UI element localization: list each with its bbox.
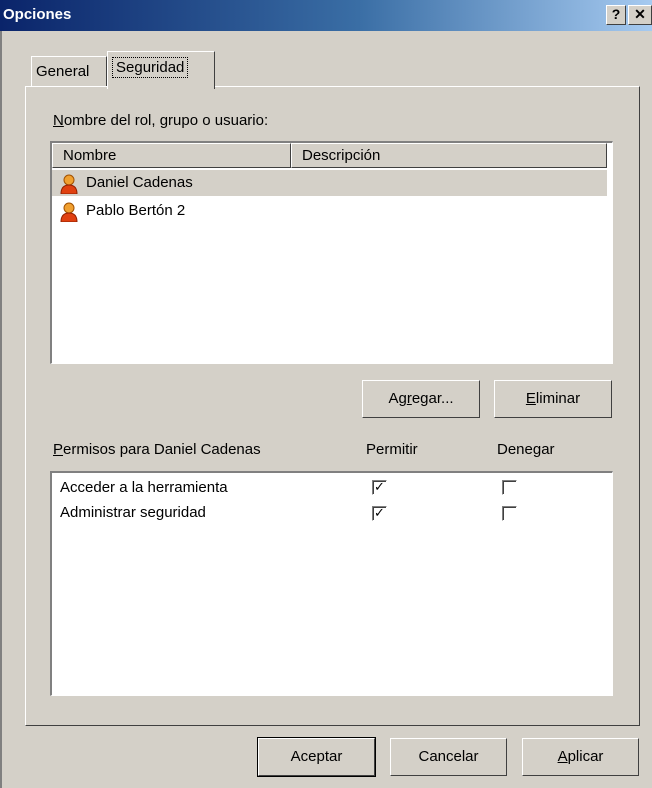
user-icon — [60, 174, 78, 194]
help-button[interactable]: ? — [606, 5, 626, 25]
close-icon: ✕ — [634, 6, 646, 22]
list-item[interactable]: Daniel Cadenas — [52, 170, 607, 196]
deny-header: Denegar — [497, 441, 555, 458]
permission-label: Administrar seguridad — [60, 504, 206, 521]
list-item[interactable]: Pablo Bertón 2 — [52, 198, 607, 224]
tab-general-label: General — [36, 63, 90, 80]
close-button[interactable]: ✕ — [628, 5, 652, 25]
column-header-nombre[interactable]: Nombre — [52, 143, 291, 168]
deny-checkbox[interactable] — [502, 480, 517, 495]
roles-list[interactable]: Nombre Descripción Daniel Cadenas Pablo … — [50, 141, 613, 364]
roles-label: Nombre del rol, grupo o usuario: — [53, 112, 269, 129]
column-header-descripcion[interactable]: Descripción — [291, 143, 607, 168]
permission-label: Acceder a la herramienta — [60, 479, 228, 496]
window-border — [0, 31, 2, 788]
tab-general[interactable]: General — [31, 56, 107, 86]
list-item-label: Daniel Cadenas — [86, 174, 193, 191]
deny-checkbox[interactable] — [502, 506, 517, 521]
remove-button[interactable]: Eliminar — [494, 380, 612, 418]
allow-checkbox[interactable]: ✓ — [372, 480, 387, 495]
cancel-button[interactable]: Cancelar — [390, 738, 507, 776]
add-button[interactable]: Agregar... — [362, 380, 480, 418]
apply-button[interactable]: Aplicar — [522, 738, 639, 776]
title-bar[interactable] — [0, 0, 652, 31]
permissions-list[interactable]: Acceder a la herramienta ✓ Administrar s… — [50, 471, 613, 696]
list-item-label: Pablo Bertón 2 — [86, 202, 186, 219]
ok-button[interactable]: Aceptar — [257, 737, 376, 777]
tab-seguridad-label: Seguridad — [112, 57, 189, 78]
allow-header: Permitir — [366, 441, 418, 458]
permissions-label: Permisos para Daniel Cadenas — [53, 441, 261, 458]
window-title: Opciones — [3, 6, 72, 23]
tab-seguridad[interactable]: Seguridad — [107, 51, 215, 89]
allow-checkbox[interactable]: ✓ — [372, 506, 387, 521]
help-icon: ? — [611, 6, 621, 22]
user-icon — [60, 202, 78, 222]
